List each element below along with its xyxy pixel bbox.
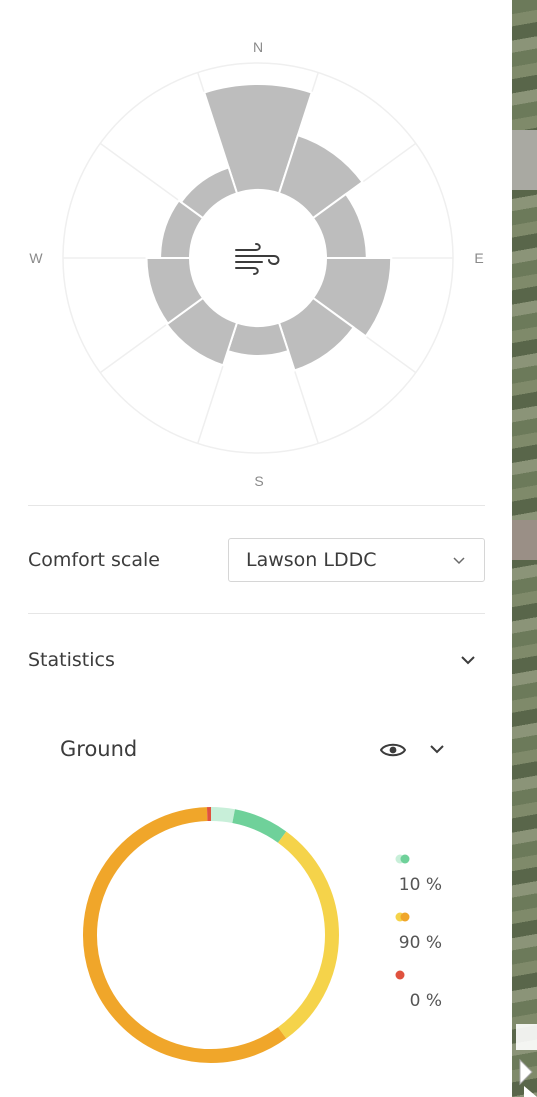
legend-swatch bbox=[395, 912, 410, 922]
legend-value: 90 % bbox=[398, 933, 442, 953]
divider bbox=[28, 613, 485, 614]
donut-segment-2 bbox=[277, 831, 339, 1039]
donut-segment-1 bbox=[232, 809, 287, 843]
statistics-collapse-chevron-icon[interactable] bbox=[458, 650, 478, 670]
map-view[interactable] bbox=[512, 0, 537, 1097]
map-navigation-cube-icon[interactable] bbox=[512, 1020, 537, 1097]
legend-swatch bbox=[395, 854, 410, 864]
rose-center bbox=[190, 190, 326, 326]
rose-sector-s[interactable] bbox=[226, 321, 290, 357]
compass-east: E bbox=[474, 250, 483, 266]
compass-west: W bbox=[29, 250, 43, 266]
donut-segment-3 bbox=[83, 807, 287, 1063]
legend-value: 10 % bbox=[398, 875, 442, 895]
comfort-scale-select[interactable]: Lawson LDDC bbox=[228, 538, 485, 582]
compass-south: S bbox=[254, 473, 263, 489]
comfort-scale-value: Lawson LDDC bbox=[246, 549, 377, 571]
legend-swatch bbox=[395, 970, 405, 980]
ground-collapse-chevron-icon[interactable] bbox=[427, 739, 447, 759]
comfort-scale-label: Comfort scale bbox=[28, 549, 160, 571]
chevron-down-icon bbox=[453, 557, 465, 565]
wind-rose-chart: N E S W bbox=[29, 39, 483, 489]
divider bbox=[28, 505, 485, 506]
wind-analysis-panel: N E S W Comfort scale Lawson LDDC Statis… bbox=[0, 0, 512, 1097]
legend-value: 0 % bbox=[409, 991, 442, 1011]
compass-north: N bbox=[253, 39, 263, 55]
statistics-label: Statistics bbox=[28, 649, 115, 671]
ground-donut-chart bbox=[83, 807, 339, 1063]
eye-icon[interactable] bbox=[380, 740, 406, 760]
ground-label: Ground bbox=[60, 737, 138, 761]
donut-segment-0 bbox=[210, 807, 235, 824]
